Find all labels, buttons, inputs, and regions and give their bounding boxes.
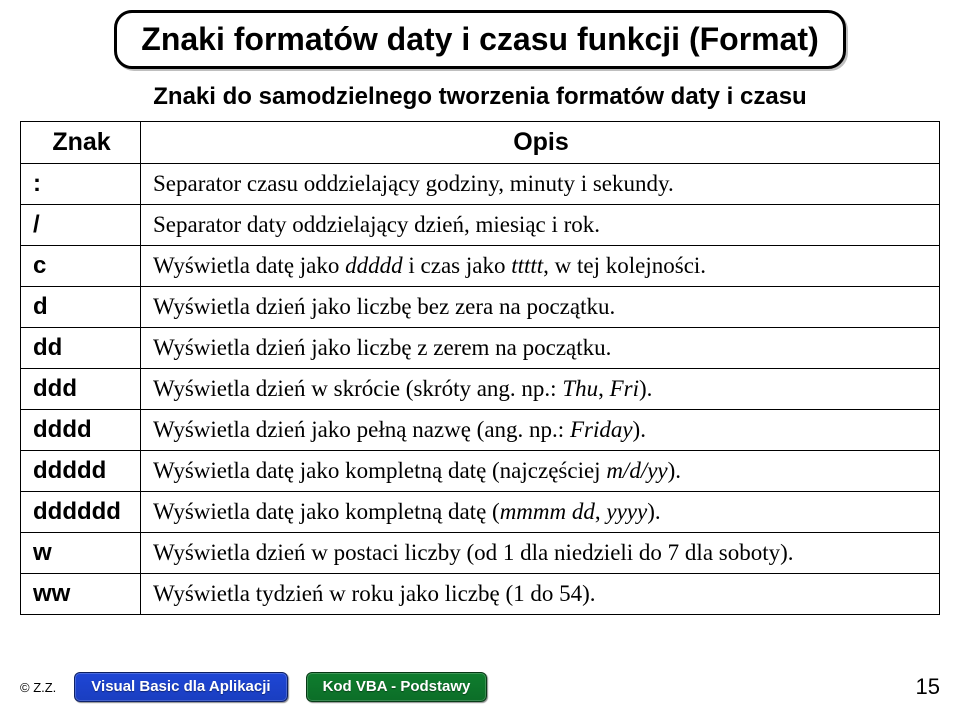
table-row: dWyświetla dzień jako liczbę bez zera na… [21,287,940,328]
cell-znak: dd [21,328,141,369]
table-row: wWyświetla dzień w postaci liczby (od 1 … [21,533,940,574]
cell-znak: w [21,533,141,574]
header-znak: Znak [21,122,141,164]
page-title: Znaki formatów daty i czasu funkcji (For… [141,21,818,58]
table-row: ddddddWyświetla datę jako kompletną datę… [21,492,940,533]
cell-znak: ww [21,574,141,615]
cell-opis: Wyświetla dzień w skrócie (skróty ang. n… [141,369,940,410]
copyright: © Z.Z. [20,680,56,695]
cell-znak: / [21,205,141,246]
cell-znak: c [21,246,141,287]
cell-znak: dddddd [21,492,141,533]
table-row: ddWyświetla dzień jako liczbę z zerem na… [21,328,940,369]
footer: © Z.Z. Visual Basic dla Aplikacji Kod VB… [0,672,960,702]
header-opis: Opis [141,122,940,164]
cell-znak: : [21,164,141,205]
cell-opis: Wyświetla dzień jako liczbę z zerem na p… [141,328,940,369]
format-table: Znak Opis :Separator czasu oddzielający … [20,121,940,615]
cell-opis: Wyświetla datę jako kompletną datę (mmmm… [141,492,940,533]
cell-opis: Separator czasu oddzielający godziny, mi… [141,164,940,205]
table-row: dddddWyświetla datę jako kompletną datę … [21,451,940,492]
cell-opis: Wyświetla datę jako ddddd i czas jako tt… [141,246,940,287]
cell-znak: ddddd [21,451,141,492]
cell-znak: ddd [21,369,141,410]
table-row: :Separator czasu oddzielający godziny, m… [21,164,940,205]
cell-opis: Wyświetla tydzień w roku jako liczbę (1 … [141,574,940,615]
table-row: dddWyświetla dzień w skrócie (skróty ang… [21,369,940,410]
footer-pill-course: Visual Basic dla Aplikacji [74,672,287,702]
table-caption: Znaki do samodzielnego tworzenia formató… [20,83,940,111]
table-row: /Separator daty oddzielający dzień, mies… [21,205,940,246]
title-box: Znaki formatów daty i czasu funkcji (For… [114,10,845,69]
table-row: wwWyświetla tydzień w roku jako liczbę (… [21,574,940,615]
cell-opis: Separator daty oddzielający dzień, miesi… [141,205,940,246]
cell-opis: Wyświetla dzień jako liczbę bez zera na … [141,287,940,328]
cell-opis: Wyświetla dzień jako pełną nazwę (ang. n… [141,410,940,451]
table-row: ddddWyświetla dzień jako pełną nazwę (an… [21,410,940,451]
cell-znak: dddd [21,410,141,451]
cell-opis: Wyświetla dzień w postaci liczby (od 1 d… [141,533,940,574]
cell-opis: Wyświetla datę jako kompletną datę (najc… [141,451,940,492]
table-header-row: Znak Opis [21,122,940,164]
table-row: cWyświetla datę jako ddddd i czas jako t… [21,246,940,287]
cell-znak: d [21,287,141,328]
page-number: 15 [916,674,940,700]
footer-pill-topic: Kod VBA - Podstawy [306,672,488,702]
